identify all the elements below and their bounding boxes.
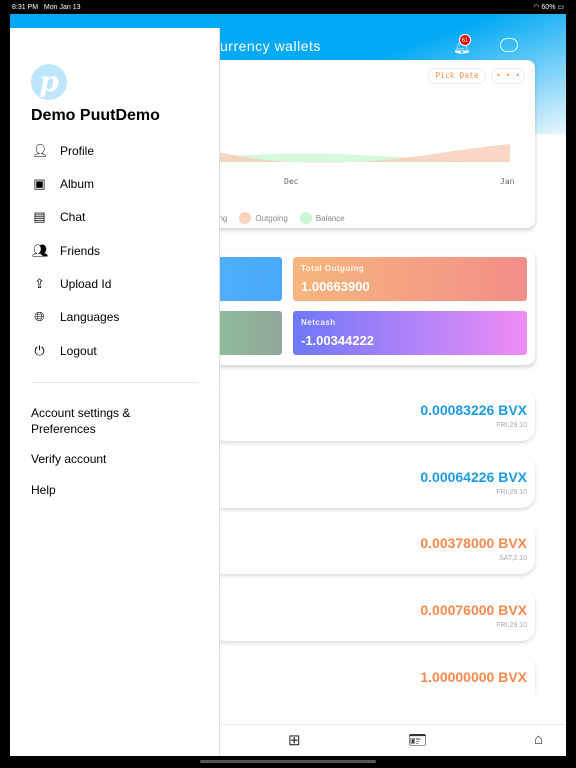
globe-icon: 🌐︎ xyxy=(34,309,45,324)
amount: 1.00000000 BVX xyxy=(420,669,527,685)
person-icon: 👤︎ xyxy=(32,143,49,158)
netcash-value: -1.00344222 xyxy=(301,333,375,348)
legend-dot xyxy=(239,212,252,224)
outgoing-label: Total Outgoing xyxy=(301,264,365,273)
legend-outgoing: Outgoing xyxy=(255,213,288,223)
user-name: Demo PuutDemo xyxy=(31,107,160,124)
balance-tile xyxy=(210,311,282,355)
transaction-row[interactable]: 0.00076000 BVX FRI,29.10 xyxy=(210,588,535,641)
add-icon[interactable]: ⊞ xyxy=(288,731,301,749)
transaction-row[interactable]: 0.00083226 BVX FRI,29.10 xyxy=(210,388,535,441)
menu-label: Upload Id xyxy=(60,277,112,291)
time: 8:31 PM xyxy=(12,3,39,11)
scan-icon[interactable] xyxy=(500,38,518,52)
home-indicator[interactable] xyxy=(200,760,376,763)
help-link[interactable]: Help xyxy=(31,482,171,498)
x-tick: Jan xyxy=(500,177,515,186)
netcash-label: Netcash xyxy=(301,318,336,327)
date: FRI,29.10 xyxy=(496,422,527,429)
chat-icon: ▤ xyxy=(33,209,46,224)
power-icon: ⏻ xyxy=(34,343,45,358)
bottom-nav: ⊞ 🪪︎ ⌂ xyxy=(220,724,566,756)
date: FRI,29.10 xyxy=(496,489,527,496)
battery-level: 60% xyxy=(541,4,556,11)
store-icon[interactable]: ⌂ xyxy=(534,731,543,748)
status-bar: 8:31 PM Mon Jan 13 ◠ 60% ▭ xyxy=(0,0,576,14)
amount: 0.00083226 BVX xyxy=(420,402,527,418)
menu-item-upload-id[interactable]: ⇪ Upload Id xyxy=(32,276,111,292)
menu-label: Friends xyxy=(60,244,101,258)
legend: ming Outgoing Balance xyxy=(210,212,345,224)
incoming-tile xyxy=(210,257,282,301)
summary-card: Total Outgoing 1.00663900 Netcash -1.003… xyxy=(210,250,535,365)
transaction-row[interactable]: 0.00064226 BVX FRI,29.10 xyxy=(210,455,535,508)
chart-card: Pick Date • • • Dec Jan ming Outgoing Ba… xyxy=(210,60,535,228)
amount: 0.00076000 BVX xyxy=(420,602,527,618)
upload-icon: ⇪ xyxy=(34,276,45,291)
more-button[interactable]: • • • xyxy=(491,68,525,84)
legend-balance: Balance xyxy=(315,213,345,223)
transaction-row[interactable]: 1.00000000 BVX xyxy=(210,655,535,694)
menu-label: Album xyxy=(60,177,95,191)
menu-label: Languages xyxy=(60,310,120,324)
verify-account-link[interactable]: Verify account xyxy=(31,451,171,467)
transaction-row[interactable]: 0.00378000 BVX SAT,2.10 xyxy=(210,521,535,574)
menu-item-chat[interactable]: ▤ Chat xyxy=(32,209,85,225)
logo: p xyxy=(31,64,67,100)
date: FRI,29.10 xyxy=(496,622,527,629)
pick-date-button[interactable]: Pick Date xyxy=(428,68,486,84)
x-tick: Dec xyxy=(284,177,299,186)
area-chart xyxy=(210,144,510,163)
wifi-icon: ◠ xyxy=(533,4,540,11)
menu-label: Logout xyxy=(60,344,97,358)
netcash-tile: Netcash -1.00344222 xyxy=(293,311,527,355)
menu-label: Profile xyxy=(60,144,95,158)
side-drawer: p Demo PuutDemo 👤︎ Profile ▣ Album ▤ Chat 👥… xyxy=(10,28,220,756)
date: SAT,2.10 xyxy=(499,555,527,562)
page-title: urrency wallets xyxy=(220,38,321,54)
id-card-icon[interactable]: 🪪︎ xyxy=(408,731,427,749)
menu-item-album[interactable]: ▣ Album xyxy=(32,176,94,192)
battery-icon: ▭ xyxy=(557,4,564,11)
amount: 0.00064226 BVX xyxy=(420,469,527,485)
divider xyxy=(31,382,198,383)
menu-item-logout[interactable]: ⏻ Logout xyxy=(32,343,97,359)
account-settings-link[interactable]: Account settings & Preferences xyxy=(31,405,171,437)
date: Mon Jan 13 xyxy=(43,3,81,11)
outgoing-value: 1.00663900 xyxy=(301,279,370,294)
menu-item-languages[interactable]: 🌐︎ Languages xyxy=(32,309,119,325)
app-window: urrency wallets 🔔︎ 61 Pick Date • • • De… xyxy=(10,14,566,756)
album-icon: ▣ xyxy=(33,176,46,191)
menu-label: Chat xyxy=(60,210,86,224)
menu-item-profile[interactable]: 👤︎ Profile xyxy=(32,143,94,159)
notification-badge: 61 xyxy=(459,34,471,46)
legend-dot xyxy=(299,212,312,224)
outgoing-tile: Total Outgoing 1.00663900 xyxy=(293,257,527,301)
amount: 0.00378000 BVX xyxy=(420,535,527,551)
menu-item-friends[interactable]: 👥︎ Friends xyxy=(32,243,100,259)
friends-icon: 👥︎ xyxy=(32,243,49,258)
